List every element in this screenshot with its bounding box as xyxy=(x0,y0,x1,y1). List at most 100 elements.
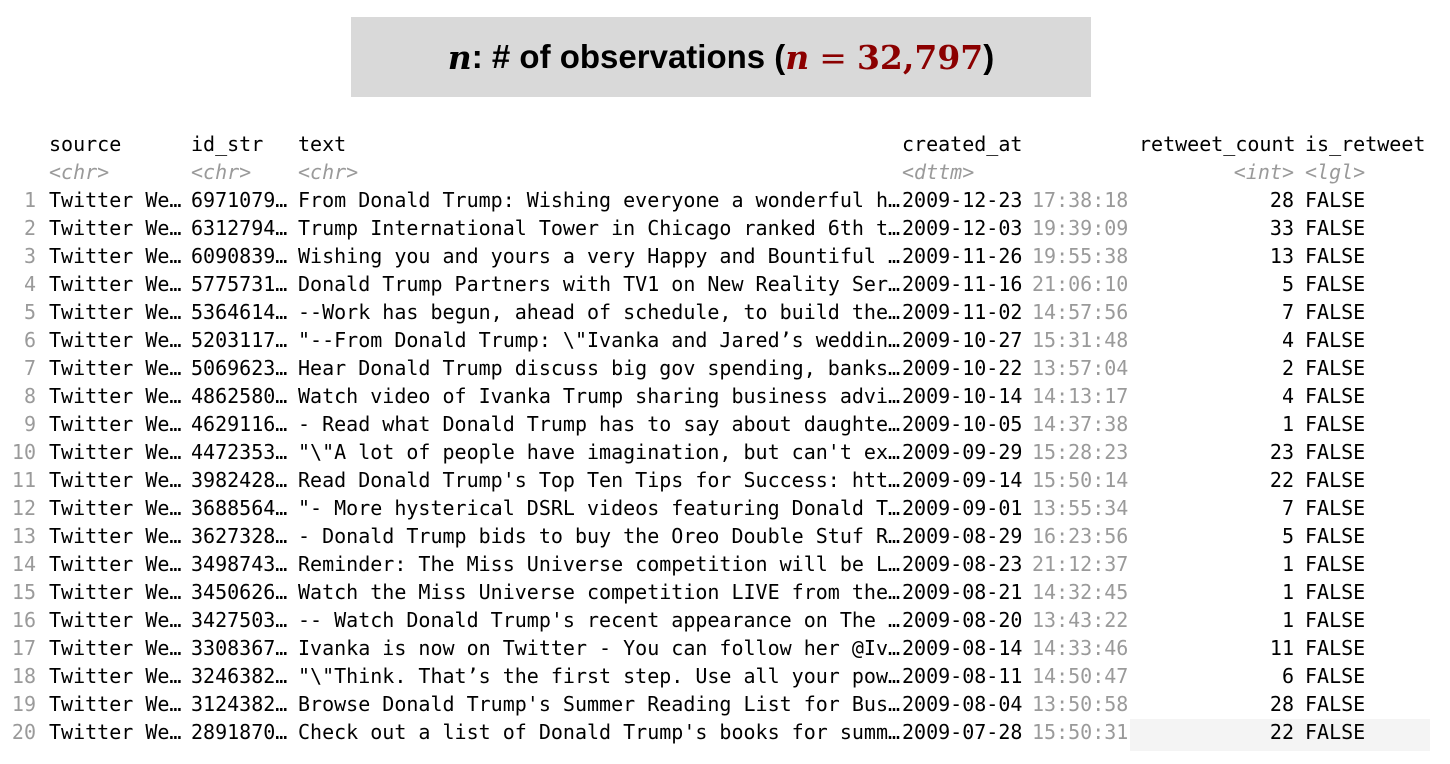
cell-retweet-count: 28 xyxy=(1269,692,1294,716)
cell-is-retweet: FALSE xyxy=(1305,496,1366,520)
cell-source: Twitter We… xyxy=(49,692,182,716)
cell-time: 15:28:23 xyxy=(1032,440,1129,464)
cell-id-str: 5775731… xyxy=(191,272,288,296)
cell-date: 2009-08-29 xyxy=(902,524,1023,548)
cell-source: Twitter We… xyxy=(49,664,182,688)
row-number: 10 xyxy=(11,440,36,464)
row-number: 16 xyxy=(11,608,36,632)
cell-source: Twitter We… xyxy=(49,356,182,380)
cell-text: -- Watch Donald Trump's recent appearanc… xyxy=(298,608,901,632)
table-row: 19 Twitter We… 3124382… Browse Donald Trump… xyxy=(0,690,1365,718)
cell-time: 13:55:34 xyxy=(1032,496,1129,520)
type-text: <chr> xyxy=(298,160,359,184)
cell-text: Wishing you and yours a very Happy and B… xyxy=(298,244,901,268)
cell-id-str: 4629116… xyxy=(191,412,288,436)
cell-source: Twitter We… xyxy=(49,524,182,548)
cell-id-str: 3124382… xyxy=(191,692,288,716)
row-number: 8 xyxy=(23,384,36,408)
row-number: 11 xyxy=(11,468,36,492)
table-row: 4 Twitter We… 5775731… Donald Trump Partner… xyxy=(0,270,1365,298)
cell-date: 2009-09-01 xyxy=(902,496,1023,520)
cell-id-str: 4472353… xyxy=(191,440,288,464)
cell-retweet-count: 4 xyxy=(1281,328,1294,352)
close-paren: ) xyxy=(983,38,995,75)
cell-id-str: 6312794… xyxy=(191,216,288,240)
cell-source: Twitter We… xyxy=(49,496,182,520)
row-number: 15 xyxy=(11,580,36,604)
cell-source: Twitter We… xyxy=(49,720,182,744)
cell-source: Twitter We… xyxy=(49,412,182,436)
cell-source: Twitter We… xyxy=(49,580,182,604)
row-number: 12 xyxy=(11,496,36,520)
cell-text: Browse Donald Trump's Summer Reading Lis… xyxy=(298,692,901,716)
cell-source: Twitter We… xyxy=(49,468,182,492)
observation-count-banner: n: # of observations (n = 32,797) xyxy=(351,17,1091,97)
cell-id-str: 5069623… xyxy=(191,356,288,380)
cell-is-retweet: FALSE xyxy=(1305,524,1366,548)
cell-time: 14:57:56 xyxy=(1032,300,1129,324)
cell-time: 19:55:38 xyxy=(1032,244,1129,268)
cell-time: 14:33:46 xyxy=(1032,636,1129,660)
type-source: <chr> xyxy=(49,160,110,184)
cell-is-retweet: FALSE xyxy=(1305,720,1366,744)
cell-source: Twitter We… xyxy=(49,440,182,464)
cell-time: 21:06:10 xyxy=(1032,272,1129,296)
cell-id-str: 3308367… xyxy=(191,636,288,660)
cell-text: "--From Donald Trump: \"Ivanka and Jared… xyxy=(298,328,901,352)
cell-text: Ivanka is now on Twitter - You can follo… xyxy=(298,636,901,660)
cell-is-retweet: FALSE xyxy=(1305,328,1366,352)
header-is-retweet: is_retweet xyxy=(1305,132,1426,156)
table-row: 11 Twitter We… 3982428… Read Donald Trump's… xyxy=(0,466,1365,494)
cell-retweet-count: 4 xyxy=(1281,384,1294,408)
cell-time: 13:43:22 xyxy=(1032,608,1129,632)
table-row: 3 Twitter We… 6090839… Wishing you and your… xyxy=(0,242,1365,270)
cell-text: "\"Think. That’s the first step. Use all… xyxy=(298,664,901,688)
cell-date: 2009-09-14 xyxy=(902,468,1023,492)
table-row: 10 Twitter We… 4472353… "\"A lot of people … xyxy=(0,438,1365,466)
row-number: 18 xyxy=(11,664,36,688)
table-row: 8 Twitter We… 4862580… Watch video of Ivank… xyxy=(0,382,1365,410)
cell-text: Hear Donald Trump discuss big gov spendi… xyxy=(298,356,901,380)
cell-is-retweet: FALSE xyxy=(1305,440,1366,464)
cell-is-retweet: FALSE xyxy=(1305,664,1366,688)
cell-time: 16:23:56 xyxy=(1032,524,1129,548)
n-symbol: n xyxy=(447,37,472,77)
cell-date: 2009-11-16 xyxy=(902,272,1023,296)
cell-is-retweet: FALSE xyxy=(1305,272,1366,296)
cell-is-retweet: FALSE xyxy=(1305,468,1366,492)
cell-date: 2009-08-11 xyxy=(902,664,1023,688)
table-row: 16 Twitter We… 3427503… -- Watch Donald Tru… xyxy=(0,606,1365,634)
table-row: 15 Twitter We… 3450626… Watch the Miss Univ… xyxy=(0,578,1365,606)
row-number: 13 xyxy=(11,524,36,548)
cell-date: 2009-07-28 xyxy=(902,720,1023,744)
cell-source: Twitter We… xyxy=(49,300,182,324)
cell-time: 14:32:45 xyxy=(1032,580,1129,604)
cell-id-str: 3498743… xyxy=(191,552,288,576)
cell-id-str: 2891870… xyxy=(191,720,288,744)
cell-source: Twitter We… xyxy=(49,384,182,408)
cell-time: 14:13:17 xyxy=(1032,384,1129,408)
cell-id-str: 3627328… xyxy=(191,524,288,548)
row-number: 5 xyxy=(23,300,36,324)
row-number: 2 xyxy=(23,216,36,240)
cell-retweet-count: 2 xyxy=(1281,356,1294,380)
header-id-str: id_str xyxy=(191,132,264,156)
cell-date: 2009-12-23 xyxy=(902,188,1023,212)
cell-date: 2009-12-03 xyxy=(902,216,1023,240)
column-header-row: source id_str text created_at retweet_co… xyxy=(0,130,1425,158)
cell-is-retweet: FALSE xyxy=(1305,356,1366,380)
row-number: 9 xyxy=(23,412,36,436)
header-source: source xyxy=(49,132,122,156)
cell-is-retweet: FALSE xyxy=(1305,552,1366,576)
table-row: 13 Twitter We… 3627328… - Donald Trump bids… xyxy=(0,522,1365,550)
row-number: 6 xyxy=(23,328,36,352)
cell-time: 21:12:37 xyxy=(1032,552,1129,576)
cell-date: 2009-10-27 xyxy=(902,328,1023,352)
row-number: 19 xyxy=(11,692,36,716)
cell-id-str: 4862580… xyxy=(191,384,288,408)
cell-date: 2009-08-21 xyxy=(902,580,1023,604)
cell-time: 13:57:04 xyxy=(1032,356,1129,380)
cell-retweet-count: 22 xyxy=(1269,720,1294,744)
cell-id-str: 5364614… xyxy=(191,300,288,324)
cell-time: 15:50:31 xyxy=(1032,720,1129,744)
